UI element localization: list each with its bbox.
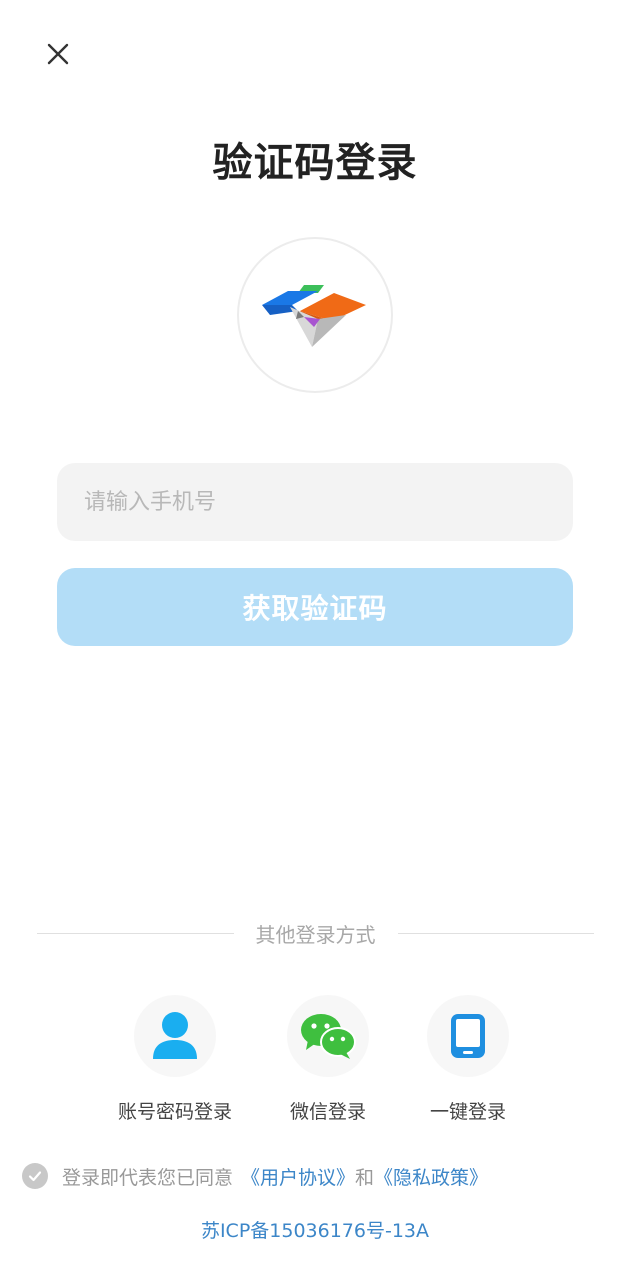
agreement-prefix: 登录即代表您已同意: [62, 1166, 234, 1189]
app-logo-icon: [262, 285, 366, 347]
wechat-login-option[interactable]: 微信登录: [253, 995, 403, 1124]
wechat-icon: [301, 1014, 356, 1059]
password-login-icon-bg: [134, 995, 216, 1077]
one-click-login-icon-bg: [427, 995, 509, 1077]
close-icon: [47, 43, 69, 65]
privacy-policy-link[interactable]: 《隐私政策》: [374, 1163, 488, 1190]
wechat-login-label: 微信登录: [289, 1101, 366, 1123]
checkmark-icon: [28, 1171, 42, 1182]
app-logo: [237, 237, 393, 393]
password-login-option[interactable]: 账号密码登录: [100, 995, 250, 1124]
get-code-button[interactable]: 获取验证码: [57, 568, 573, 646]
divider-line-right: [397, 932, 594, 934]
password-login-label: 账号密码登录: [117, 1101, 232, 1123]
phone-input-container: [57, 463, 573, 541]
page-title: 验证码登录: [212, 140, 418, 186]
user-agreement-link[interactable]: 《用户协议》: [241, 1163, 355, 1190]
agreement-checkbox[interactable]: [22, 1163, 48, 1189]
user-icon: [153, 1012, 197, 1059]
wechat-login-icon-bg: [287, 995, 369, 1077]
phone-icon: [451, 1014, 485, 1058]
icp-license[interactable]: 苏ICP备15036176号-13A: [0, 1216, 630, 1243]
agreement-row: 登录即代表您已同意 《用户协议》 和 《隐私政策》: [22, 1160, 612, 1192]
other-login-label: 其他登录方式: [255, 922, 376, 947]
agreement-and: 和: [355, 1166, 375, 1189]
other-login-divider: 其他登录方式: [37, 918, 594, 948]
divider-line-left: [37, 932, 234, 934]
close-button[interactable]: [38, 34, 78, 74]
login-page: 验证码登录 获取验证码 其他登录方式 账号密码登录: [0, 0, 630, 1280]
phone-input[interactable]: [57, 463, 573, 541]
one-click-login-option[interactable]: 一键登录: [393, 995, 543, 1124]
one-click-login-label: 一键登录: [429, 1101, 506, 1123]
